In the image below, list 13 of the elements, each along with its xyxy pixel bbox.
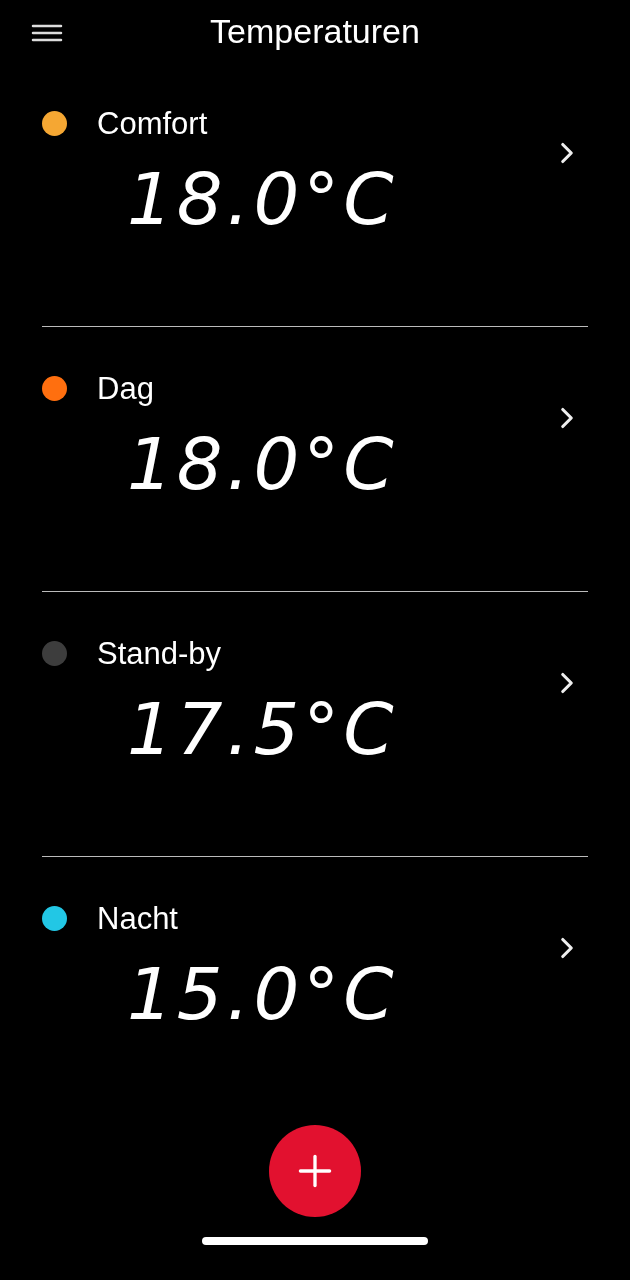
preset-name: Stand-by	[97, 638, 222, 669]
temperature-reading: 15.0°C	[127, 958, 398, 1030]
preset-row[interactable]: Stand-by 17.5°C	[42, 592, 588, 856]
preset-row[interactable]: Comfort 18.0°C	[42, 62, 588, 326]
page-title: Temperaturen	[210, 14, 420, 48]
temperature-reading: 18.0°C	[127, 163, 398, 235]
preset-row[interactable]: Dag 18.0°C	[42, 327, 588, 591]
temperature-reading: 17.5°C	[127, 693, 398, 765]
temperature-reading: 18.0°C	[127, 428, 398, 500]
preset-name: Dag	[97, 373, 154, 404]
preset-name: Comfort	[97, 108, 208, 139]
preset-row[interactable]: Nacht 15.0°C	[42, 857, 588, 1121]
preset-name: Nacht	[97, 903, 178, 934]
